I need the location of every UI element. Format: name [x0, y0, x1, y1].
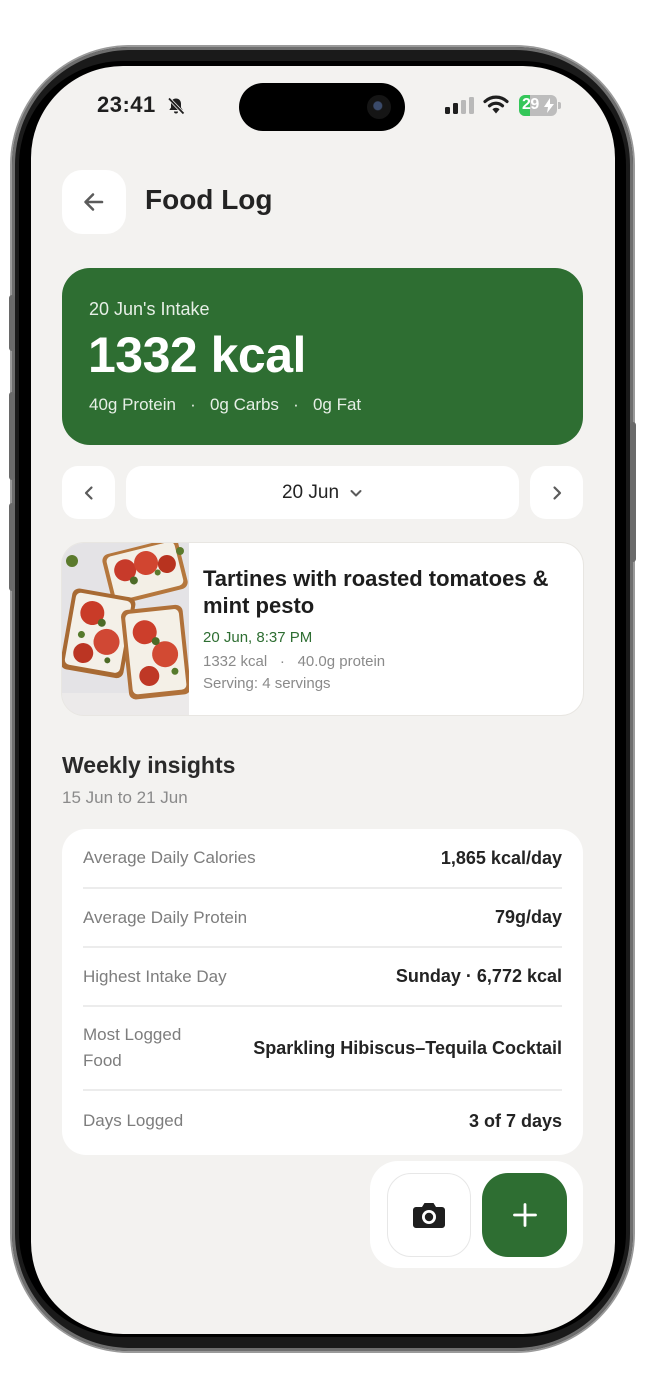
insights-date-range: 15 Jun to 21 Jun — [62, 788, 188, 807]
dynamic-island — [239, 83, 405, 131]
insight-row-most-logged-food: Most Logged Food Sparkling Hibiscus–Tequ… — [83, 1007, 562, 1091]
side-button-volume-down — [9, 503, 15, 591]
charging-bolt-icon — [544, 98, 554, 113]
fat-total: 0g Fat — [312, 395, 362, 414]
side-button-volume-up — [9, 392, 15, 480]
insight-row-days-logged: Days Logged 3 of 7 days — [83, 1091, 562, 1151]
previous-day-button[interactable] — [62, 466, 115, 519]
insights-card: Average Daily Calories 1,865 kcal/day Av… — [62, 829, 583, 1155]
status-time: 23:41 — [97, 92, 156, 117]
back-button[interactable] — [62, 170, 126, 234]
insight-row-average-calories: Average Daily Calories 1,865 kcal/day — [83, 829, 562, 889]
cellular-signal-icon — [445, 97, 474, 114]
food-nutrition-summary: 1332 kcal · 40.0g protein — [203, 653, 385, 670]
date-selector[interactable]: 20 Jun — [126, 466, 519, 519]
insight-value: 79g/day — [494, 907, 562, 927]
plus-icon — [512, 1203, 537, 1227]
battery-charging-icon: 29 — [519, 95, 561, 116]
chevron-down-icon — [350, 489, 362, 496]
food-stat-separator: · — [279, 653, 285, 670]
insight-label: Average Daily Calories — [83, 848, 256, 867]
protein-total: 40g Protein — [89, 395, 176, 414]
app-screen: 23:41 29 Food Log 20 Jun's Intake 1332 k… — [31, 66, 615, 1334]
battery-level-text: 29 — [522, 96, 539, 113]
daily-intake-card: 20 Jun's Intake 1332 kcal 40g Protein · … — [62, 268, 583, 445]
food-logged-time: 20 Jun, 8:37 PM — [203, 629, 313, 646]
food-name: Tartines with roasted tomatoes & mint pe… — [203, 566, 549, 618]
insight-label: Days Logged — [83, 1111, 184, 1130]
selected-date: 20 Jun — [281, 481, 340, 503]
camera-icon — [413, 1203, 445, 1228]
page-title: Food Log — [145, 184, 273, 215]
food-photo — [62, 543, 189, 715]
macro-separator: · — [293, 395, 299, 414]
insight-value: 1,865 kcal/day — [440, 847, 562, 868]
insight-label: Most Logged Food — [83, 1025, 182, 1070]
macro-summary: 40g Protein · 0g Carbs · 0g Fat — [89, 395, 361, 415]
add-food-button[interactable] — [482, 1173, 567, 1257]
intake-kcal: 1332 kcal — [88, 327, 306, 383]
scan-food-camera-button[interactable] — [387, 1173, 471, 1257]
food-kcal: 1332 kcal — [203, 653, 268, 670]
insight-row-average-protein: Average Daily Protein 79g/day — [83, 889, 562, 948]
chevron-right-icon — [552, 485, 561, 500]
insight-label: Average Daily Protein — [83, 907, 248, 927]
food-entry-card[interactable]: Tartines with roasted tomatoes & mint pe… — [62, 543, 583, 715]
insight-value: Sunday · 6,772 kcal — [395, 966, 562, 986]
insight-value: Sparkling Hibiscus–Tequila Cocktail — [253, 1037, 562, 1058]
side-button-action — [9, 295, 15, 351]
next-day-button[interactable] — [530, 466, 583, 519]
side-button-power — [630, 422, 636, 562]
insight-row-highest-day: Highest Intake Day Sunday · 6,772 kcal — [83, 948, 562, 1007]
insight-label: Highest Intake Day — [83, 966, 227, 986]
insights-title: Weekly insights — [62, 752, 236, 778]
bell-slash-icon — [167, 97, 185, 115]
wifi-icon — [483, 95, 509, 114]
arrow-left-icon — [84, 193, 104, 211]
chevron-left-icon — [84, 485, 93, 500]
food-serving: Serving: 4 servings — [203, 675, 331, 692]
carbs-total: 0g Carbs — [209, 395, 279, 414]
food-protein: 40.0g protein — [297, 653, 386, 670]
insight-value: 3 of 7 days — [468, 1110, 562, 1131]
macro-separator: · — [190, 395, 196, 414]
intake-label: 20 Jun's Intake — [89, 299, 210, 319]
front-camera — [367, 95, 391, 119]
